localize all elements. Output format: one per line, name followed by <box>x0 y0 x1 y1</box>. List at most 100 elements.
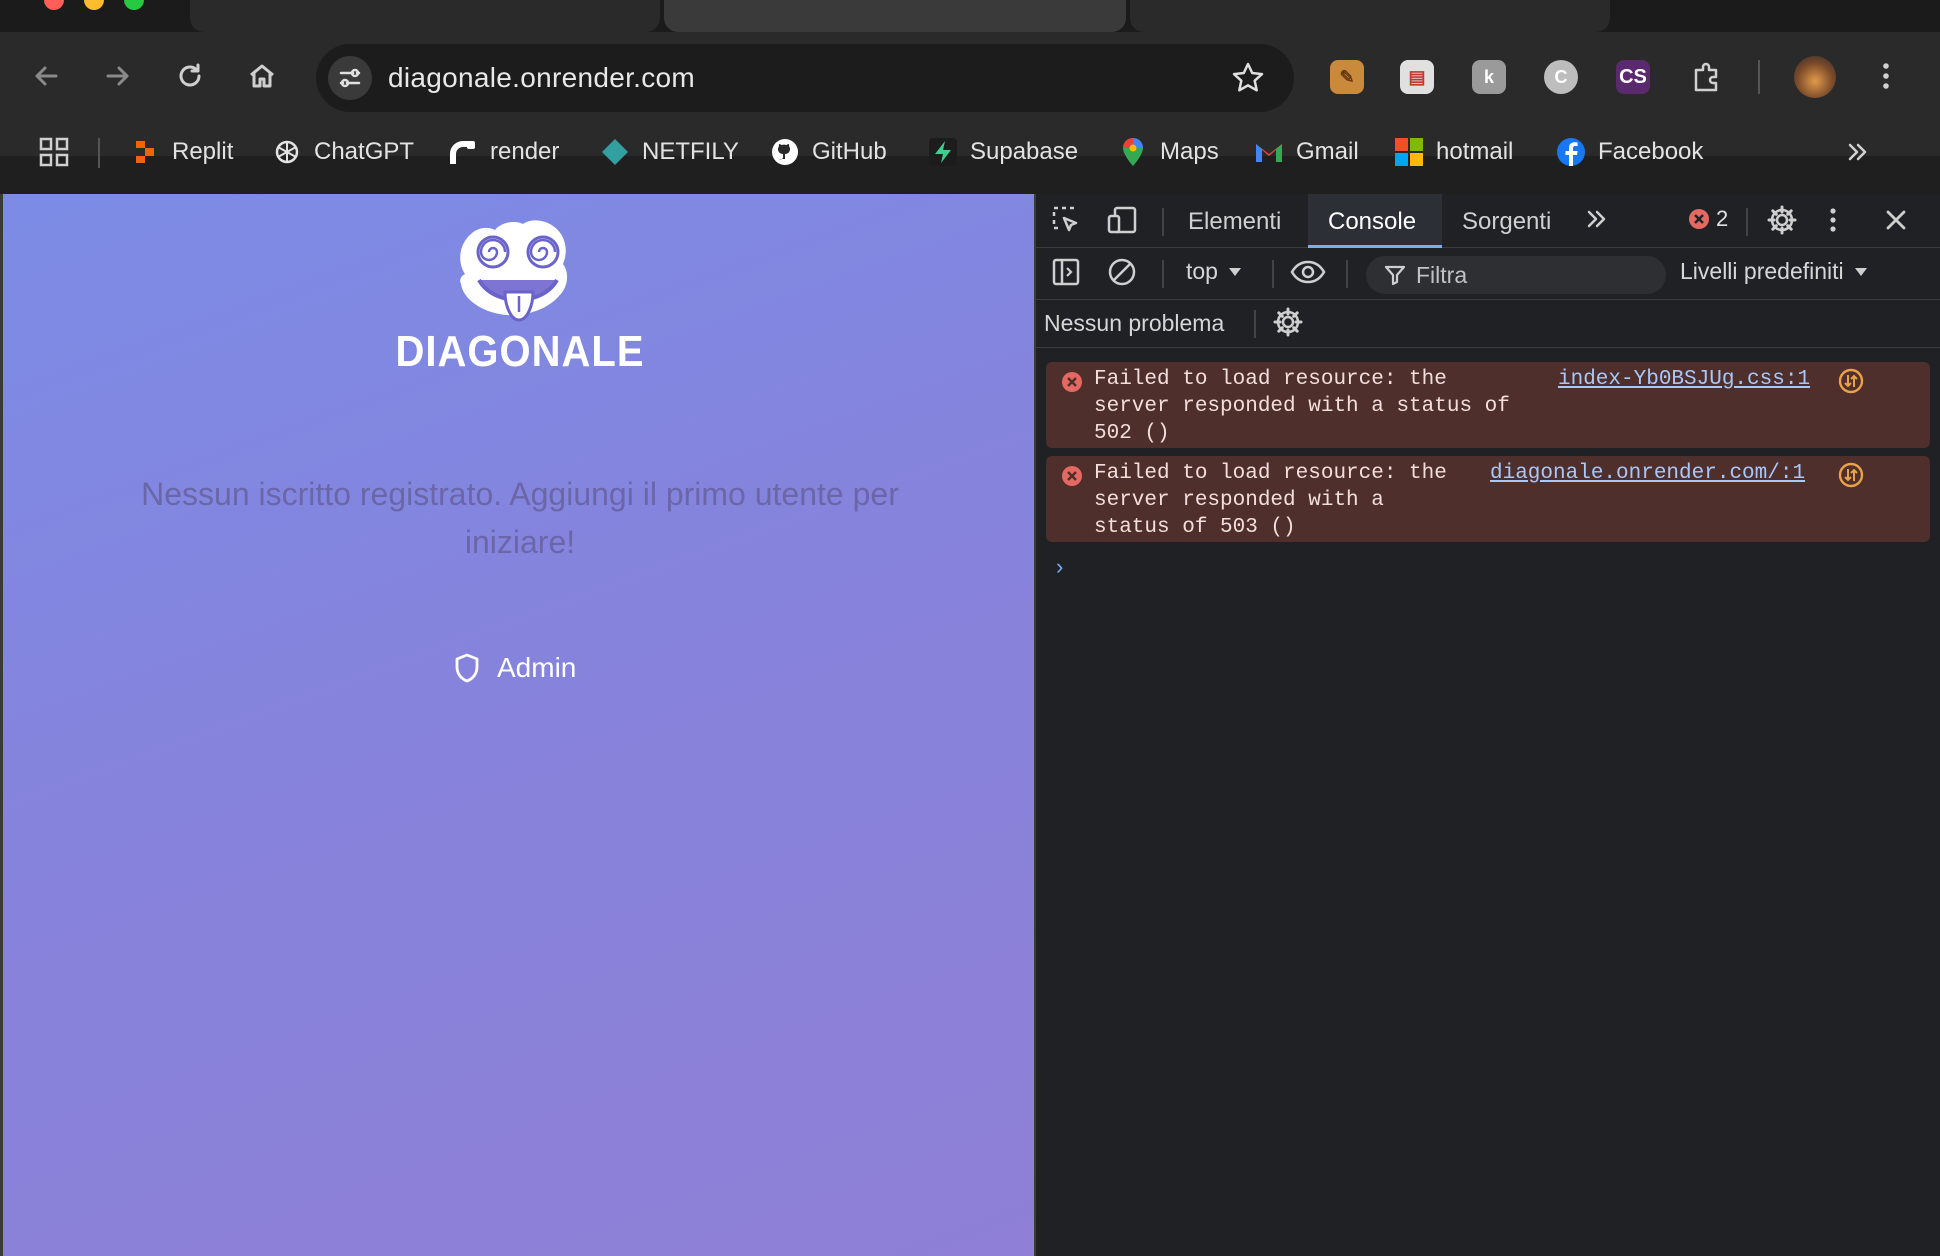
extension-printer-icon[interactable]: ▤ <box>1400 60 1434 94</box>
replit-icon <box>130 137 160 167</box>
error-source-link[interactable]: diagonale.onrender.com/:1 <box>1490 460 1805 487</box>
error-message-text: Failed to load resource: the server resp… <box>1094 462 1447 539</box>
device-toolbar-button[interactable] <box>1106 204 1140 236</box>
profile-avatar[interactable] <box>1794 56 1836 98</box>
reload-button[interactable] <box>172 58 208 94</box>
extension-circle-icon[interactable]: C <box>1544 60 1578 94</box>
clear-console-button[interactable] <box>1106 256 1138 288</box>
arrow-right-icon <box>106 66 129 86</box>
logo-wordmark: DIAGONALE <box>395 328 645 376</box>
netlify-icon <box>600 137 630 167</box>
browser-tab[interactable] <box>1130 0 1610 32</box>
tab-strip <box>0 0 1940 32</box>
back-button[interactable] <box>28 58 64 94</box>
issues-bar: Nessun problema <box>1036 300 1940 348</box>
log-levels-select[interactable]: Livelli predefiniti <box>1680 258 1868 285</box>
double-chevron-right-icon <box>1848 143 1867 161</box>
caret-down-icon <box>1854 267 1867 276</box>
shield-icon <box>455 653 479 683</box>
apps-grid-icon <box>39 137 69 167</box>
block-icon <box>1108 258 1136 286</box>
bookmark-netlify[interactable]: NETFILY <box>600 136 739 168</box>
console-error-message[interactable]: Failed to load resource: the server resp… <box>1046 456 1930 542</box>
maps-icon <box>1118 137 1148 167</box>
site-info-button[interactable] <box>328 56 372 100</box>
error-source-link[interactable]: index-Yb0BSJUg.css:1 <box>1558 366 1810 393</box>
render-icon <box>448 137 478 167</box>
microsoft-icon <box>1394 137 1424 167</box>
minimize-window-button[interactable] <box>84 0 104 10</box>
devtools-tabbar: Elementi Console Sorgenti 2 <box>1036 194 1940 248</box>
github-icon <box>770 137 800 167</box>
extensions-puzzle-button[interactable] <box>1690 60 1724 94</box>
gmail-icon <box>1254 137 1284 167</box>
extension-app-icon[interactable]: ✎ <box>1330 60 1364 94</box>
diagonale-logo <box>460 220 568 322</box>
extension-cs-icon[interactable]: CS <box>1616 60 1650 94</box>
error-count-badge[interactable]: 2 <box>1688 206 1728 232</box>
network-request-icon[interactable] <box>1838 368 1864 394</box>
toolbar-divider <box>1758 60 1760 94</box>
toolbar-divider <box>1346 260 1348 288</box>
error-circle-icon <box>1689 209 1709 229</box>
live-expression-button[interactable] <box>1290 256 1326 288</box>
extension-k-icon[interactable]: k <box>1472 60 1506 94</box>
devtools-panel: Elementi Console Sorgenti 2 top Filtra L… <box>1034 194 1940 1256</box>
zoom-window-button[interactable] <box>124 0 144 10</box>
url-text[interactable]: diagonale.onrender.com <box>388 62 695 94</box>
more-tabs-button[interactable] <box>1584 206 1610 232</box>
admin-button[interactable]: Admin <box>453 646 576 690</box>
bookmark-github[interactable]: GitHub <box>770 136 887 168</box>
device-icon <box>1107 206 1137 234</box>
browser-tab-active[interactable] <box>664 0 1126 32</box>
filter-icon <box>1384 265 1406 286</box>
error-circle-icon <box>1062 466 1082 486</box>
sidebar-icon <box>1052 258 1080 286</box>
browser-menu-button[interactable] <box>1868 58 1904 94</box>
devtools-menu-button[interactable] <box>1828 206 1838 234</box>
reload-icon <box>179 63 201 87</box>
bookmark-gmail[interactable]: Gmail <box>1254 136 1359 168</box>
tab-console[interactable]: Console <box>1328 208 1416 236</box>
supabase-icon <box>928 137 958 167</box>
console-filter-input[interactable]: Filtra <box>1366 256 1666 294</box>
issues-status[interactable]: Nessun problema <box>1044 310 1224 337</box>
tab-sorgenti[interactable]: Sorgenti <box>1462 208 1551 236</box>
double-chevron-right-icon <box>1587 210 1606 228</box>
address-bar[interactable]: diagonale.onrender.com <box>316 44 1294 112</box>
apps-grid-button[interactable] <box>36 134 72 170</box>
console-prompt[interactable]: › <box>1056 554 1063 580</box>
inspect-element-button[interactable] <box>1050 204 1082 236</box>
chatgpt-icon <box>272 137 302 167</box>
sidebar-toggle-button[interactable] <box>1050 256 1082 288</box>
close-devtools-button[interactable] <box>1882 206 1910 234</box>
more-bookmarks-button[interactable] <box>1840 134 1876 170</box>
browser-tab[interactable] <box>190 0 660 32</box>
bookmark-render[interactable]: render <box>448 136 559 168</box>
gear-icon <box>1767 205 1797 235</box>
devtools-settings-button[interactable] <box>1766 204 1798 236</box>
forward-button[interactable] <box>100 58 136 94</box>
bookmark-maps[interactable]: Maps <box>1118 136 1219 168</box>
star-icon <box>1232 62 1264 92</box>
bookmark-hotmail[interactable]: hotmail <box>1394 136 1513 168</box>
close-window-button[interactable] <box>44 0 64 10</box>
network-request-icon[interactable] <box>1838 462 1864 488</box>
bookmark-chatgpt[interactable]: ChatGPT <box>272 136 414 168</box>
caret-down-icon <box>1228 267 1241 276</box>
console-toolbar: top Filtra Livelli predefiniti <box>1036 248 1940 300</box>
bookmark-replit[interactable]: Replit <box>130 136 233 168</box>
vertical-dots-icon <box>1830 208 1836 232</box>
bookmark-facebook[interactable]: Facebook <box>1556 136 1703 168</box>
home-button[interactable] <box>244 58 280 94</box>
console-settings-button[interactable] <box>1272 306 1304 338</box>
toolbar-divider <box>1162 260 1164 288</box>
bookmark-star-button[interactable] <box>1230 60 1266 101</box>
context-select[interactable]: top <box>1186 258 1242 285</box>
puzzle-icon <box>1694 62 1718 92</box>
inspect-icon <box>1052 206 1078 232</box>
console-error-message[interactable]: Failed to load resource: the server resp… <box>1046 362 1930 448</box>
tab-elementi[interactable]: Elementi <box>1188 208 1281 236</box>
facebook-icon <box>1556 137 1586 167</box>
bookmark-supabase[interactable]: Supabase <box>928 136 1078 168</box>
